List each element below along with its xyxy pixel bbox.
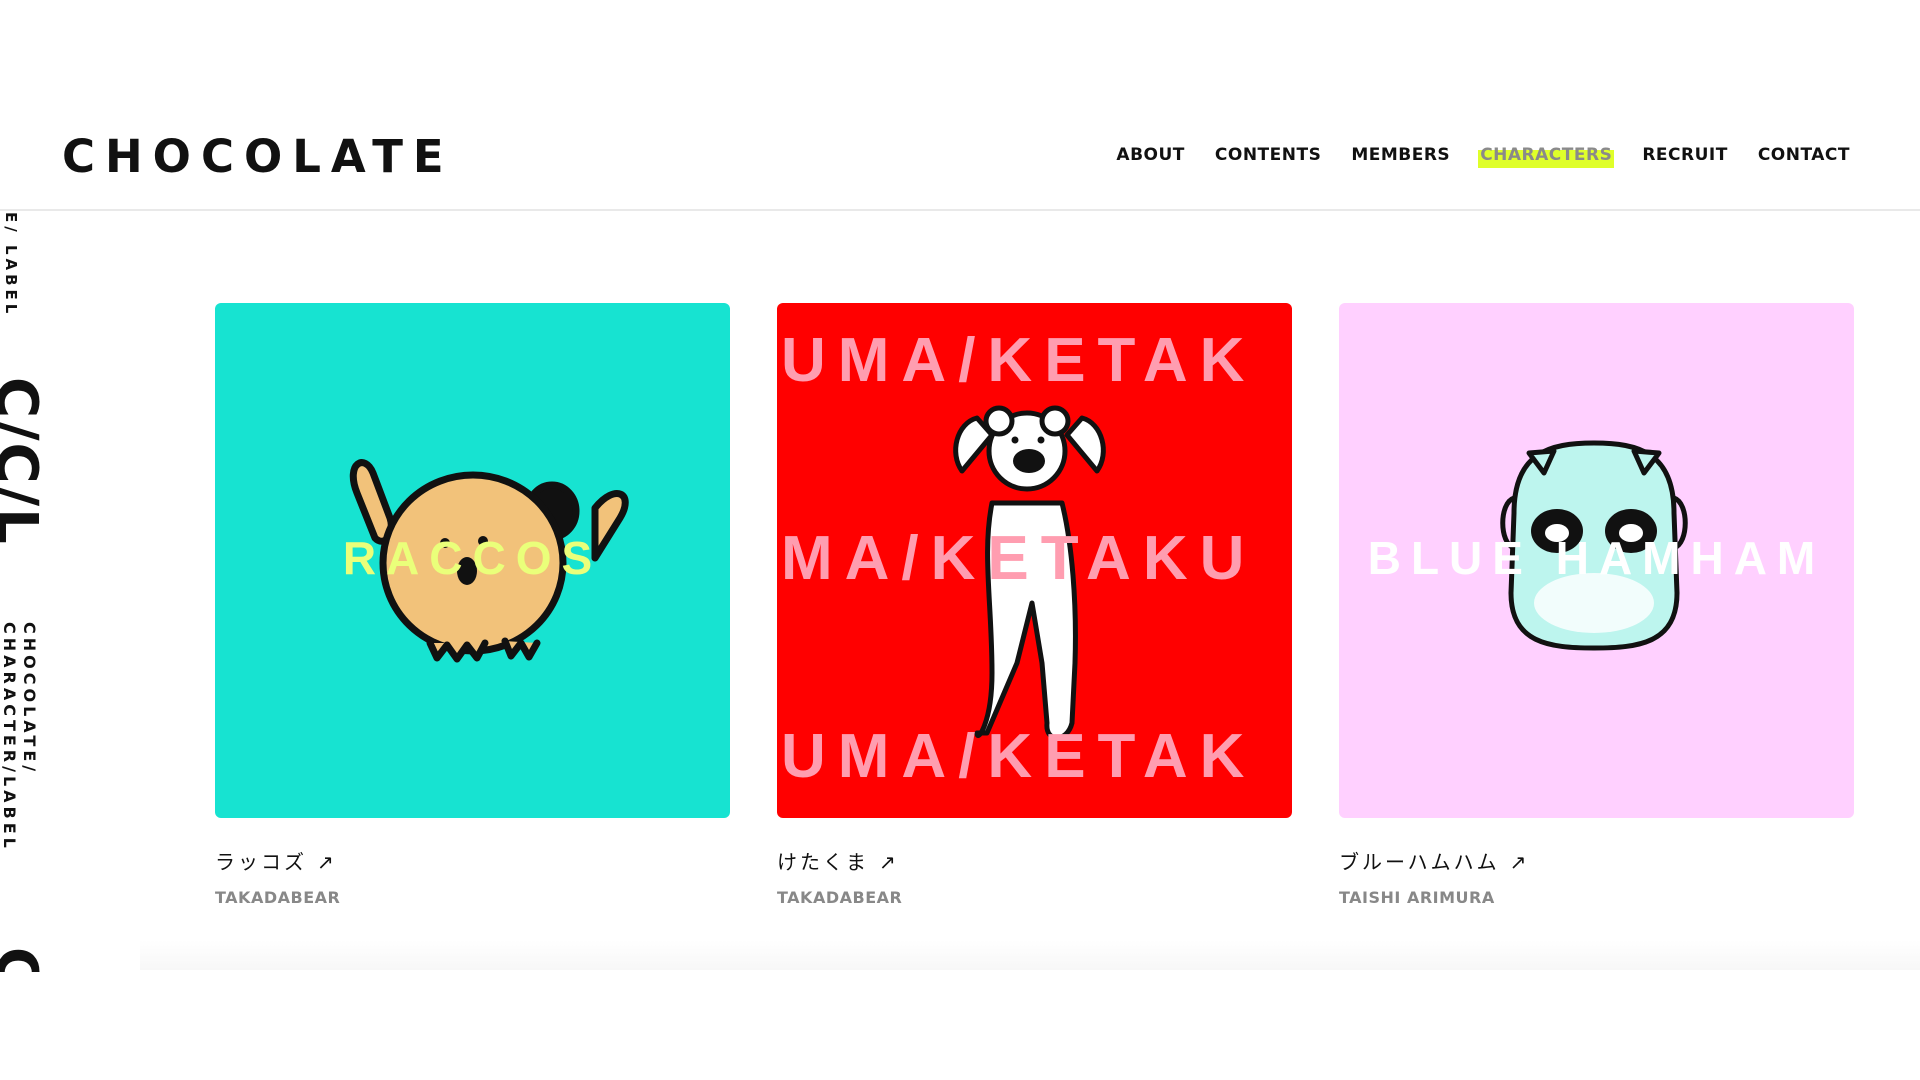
character-thumbnail[interactable]: BLUE HAMHAM <box>1339 303 1854 818</box>
main-nav: ABOUT CONTENTS MEMBERS CHARACTERS RECRUI… <box>1114 142 1852 168</box>
character-author: TAKADABEAR <box>215 888 341 907</box>
character-author: TAKADABEAR <box>777 888 903 907</box>
character-title[interactable]: ラッコズ <box>215 848 307 876</box>
nav-members[interactable]: MEMBERS <box>1349 142 1452 168</box>
character-overlay-line-3: UMA/KETAK <box>781 722 1257 791</box>
character-thumbnail[interactable]: UMA/KETAK MA/KETAKU UMA/KETAK <box>777 303 1292 818</box>
character-title-row[interactable]: けたくま ↗ <box>777 848 1292 876</box>
side-label-top: E/ LABEL <box>2 212 20 318</box>
character-overlay-line-2: MA/KETAKU <box>781 524 1257 593</box>
side-vertical-label: E/ LABEL C/C/L CHOCOLATE/ CHARACTER/LABE… <box>0 212 46 972</box>
section-bottom-fade <box>140 940 1920 970</box>
character-author: TAISHI ARIMURA <box>1339 888 1495 907</box>
character-card-blue-hamham[interactable]: BLUE HAMHAM ブルーハムハム ↗ TAISHI ARIMURA <box>1339 303 1854 907</box>
character-card-ketakuma[interactable]: UMA/KETAK MA/KETAKU UMA/KETAK けたくま ↗ TAK… <box>777 303 1292 907</box>
external-arrow-icon: ↗ <box>317 850 337 874</box>
character-card-raccos[interactable]: RACCOS ラッコズ ↗ TAKADABEAR <box>215 303 730 907</box>
character-overlay-line-1: UMA/KETAK <box>781 326 1257 395</box>
site-header: CHOCOLATE ABOUT CONTENTS MEMBERS CHARACT… <box>0 0 1920 211</box>
site-logo[interactable]: CHOCOLATE <box>62 128 454 186</box>
nav-recruit[interactable]: RECRUIT <box>1640 142 1730 168</box>
nav-characters[interactable]: CHARACTERS <box>1478 142 1615 168</box>
character-overlay-text: RACCOS <box>342 532 603 584</box>
side-label-big: C/C/L <box>0 377 46 546</box>
character-title[interactable]: けたくま <box>777 848 869 876</box>
side-label-line1: CHOCOLATE/ <box>20 622 39 776</box>
character-title-row[interactable]: ラッコズ ↗ <box>215 848 730 876</box>
external-arrow-icon: ↗ <box>879 850 899 874</box>
character-title-row[interactable]: ブルーハムハム ↗ <box>1339 848 1854 876</box>
nav-contact[interactable]: CONTACT <box>1756 142 1852 168</box>
nav-about[interactable]: ABOUT <box>1114 142 1186 168</box>
character-title[interactable]: ブルーハムハム <box>1339 848 1500 876</box>
side-label-bottom: C <box>0 947 46 972</box>
side-label-line2: CHARACTER/LABEL <box>0 622 19 852</box>
character-overlay-text: BLUE HAMHAM <box>1367 532 1826 584</box>
external-arrow-icon: ↗ <box>1509 850 1530 874</box>
character-thumbnail[interactable]: RACCOS <box>215 303 730 818</box>
nav-contents[interactable]: CONTENTS <box>1213 142 1323 168</box>
